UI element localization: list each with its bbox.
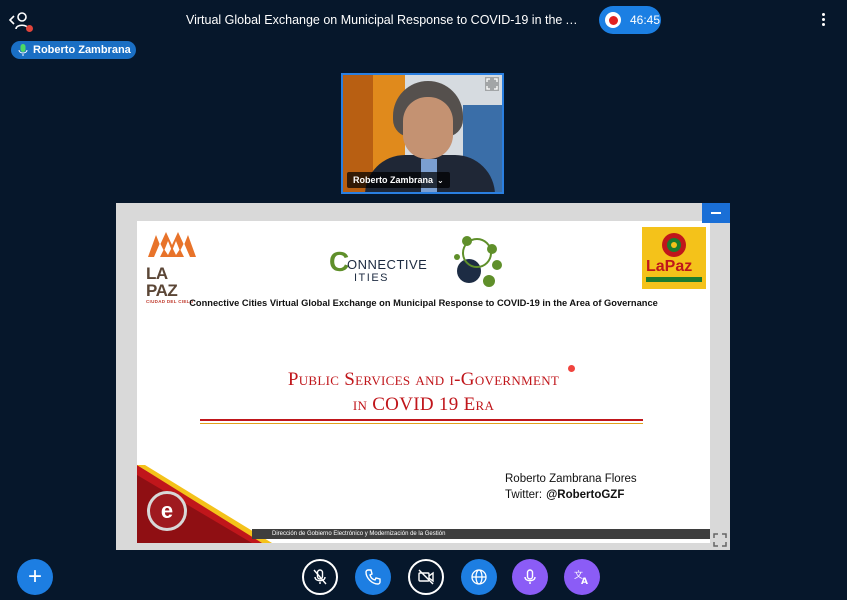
slide-footer: Dirección de Gobierno Electrónico y Mode…: [252, 529, 710, 539]
recording-time: 46:45: [630, 13, 661, 27]
phone-icon: [365, 569, 381, 585]
la-paz-city-logo: LA PAZ CIUDAD DEL CIELO: [146, 229, 198, 304]
fullscreen-icon[interactable]: [712, 532, 728, 548]
globe-icon: [471, 569, 487, 585]
recording-indicator[interactable]: 46:45: [599, 6, 661, 34]
more-vertical-icon[interactable]: [817, 11, 829, 31]
la-paz-logo-text: LA PAZ: [146, 264, 178, 300]
phone-button[interactable]: [355, 559, 391, 595]
microphone-button[interactable]: [512, 559, 548, 595]
svg-text:A: A: [581, 577, 588, 586]
notification-dot: [26, 25, 33, 32]
screenshare-area: LA PAZ CIUDAD DEL CIELO C ONNECTIVE ITIE…: [116, 203, 730, 550]
gobierno-la-paz-logo: LaPaz: [642, 227, 706, 289]
e-government-logo: e: [147, 491, 187, 531]
microphone-icon: [18, 44, 28, 56]
top-bar: Virtual Global Exchange on Municipal Res…: [0, 0, 847, 42]
presenter-chip[interactable]: Roberto Zambrana: [11, 41, 136, 59]
participant-name-label[interactable]: Roberto Zambrana ⌄: [347, 172, 450, 188]
connective-cities-logo: C ONNECTIVE ITIES: [329, 231, 509, 291]
video-off-icon: [418, 569, 434, 585]
translate-button[interactable]: 文 A: [564, 559, 600, 595]
title-underline: [200, 419, 643, 421]
camera-off-button[interactable]: [408, 559, 444, 595]
record-icon: [605, 12, 621, 28]
slide-title-line1: Public Services and i-Government: [287, 369, 560, 390]
minimize-presentation-button[interactable]: [702, 203, 730, 223]
microphone-icon: [524, 569, 536, 584]
chevron-down-icon: ⌄: [437, 175, 444, 185]
webcam-video-tile[interactable]: Roberto Zambrana ⌄: [341, 73, 504, 194]
translate-icon: 文 A: [574, 569, 588, 586]
expand-icon[interactable]: [485, 77, 499, 91]
plus-icon[interactable]: +: [17, 559, 53, 595]
users-icon[interactable]: [8, 9, 34, 33]
globe-button[interactable]: [461, 559, 497, 595]
slide-subtitle: Connective Cities Virtual Global Exchang…: [189, 298, 658, 308]
microphone-off-icon: [313, 569, 327, 585]
presenter-name: Roberto Zambrana: [33, 44, 131, 56]
presentation-slide: LA PAZ CIUDAD DEL CIELO C ONNECTIVE ITIE…: [137, 221, 710, 543]
meeting-title: Virtual Global Exchange on Municipal Res…: [186, 13, 578, 27]
mute-microphone-button[interactable]: [302, 559, 338, 595]
slide-title-line2: in COVID 19 Era: [352, 394, 495, 415]
